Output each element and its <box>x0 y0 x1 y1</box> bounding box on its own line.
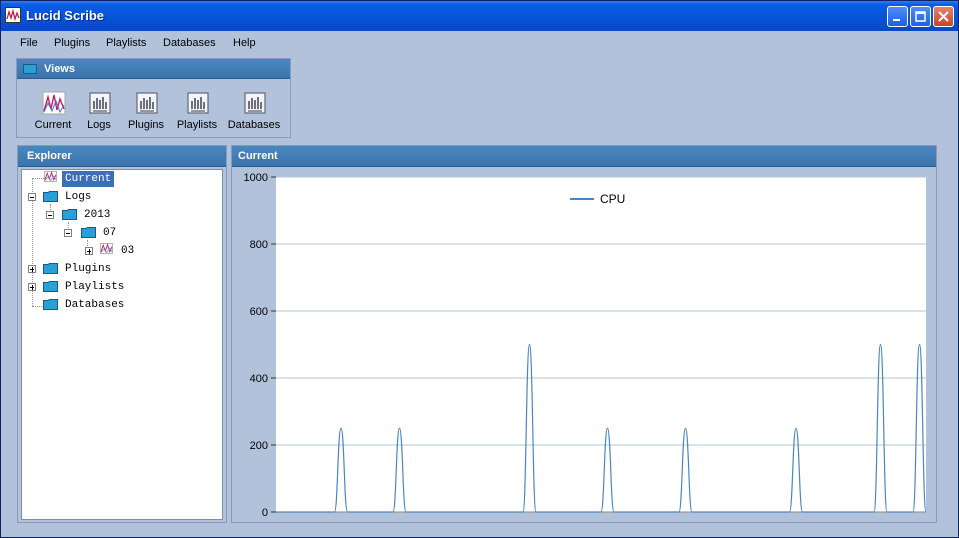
explorer-tree[interactable]: Current Logs 2013 07 03 Plugins Playlist… <box>21 169 223 520</box>
tree-item-current[interactable]: Current <box>22 171 222 187</box>
plot-area <box>276 177 926 512</box>
y-tick-label: 0 <box>262 507 268 519</box>
y-tick-label: 600 <box>250 306 268 318</box>
explorer-header: Explorer <box>18 146 226 167</box>
collapse-icon[interactable] <box>64 229 72 237</box>
maximize-icon <box>915 11 926 22</box>
y-tick-label: 200 <box>250 440 268 452</box>
collapse-icon[interactable] <box>28 193 36 201</box>
playlist-document-icon <box>187 92 209 114</box>
tree-item-03[interactable]: 03 <box>22 243 222 259</box>
menu-file[interactable]: File <box>20 37 38 49</box>
tree-label: 07 <box>103 227 117 239</box>
waveform-icon <box>100 243 113 254</box>
folder-icon <box>43 263 58 274</box>
tree-label: Databases <box>65 299 125 311</box>
close-button[interactable] <box>933 6 954 27</box>
views-header-label: Views <box>44 63 75 75</box>
views-header[interactable]: Views <box>17 59 290 79</box>
waveform-icon <box>44 171 57 182</box>
view-button-current[interactable]: Current <box>31 91 75 135</box>
views-folder-icon <box>23 64 37 74</box>
menu-plugins[interactable]: Plugins <box>54 37 90 49</box>
tree-label: Playlists <box>65 281 125 293</box>
tree-item-logs[interactable]: Logs <box>22 189 222 205</box>
tree-item-07[interactable]: 07 <box>22 225 222 241</box>
tree-label: Current <box>62 171 115 187</box>
current-header: Current <box>232 146 936 167</box>
expand-icon[interactable] <box>28 265 36 273</box>
legend-label: CPU <box>600 192 625 206</box>
plugin-document-icon <box>136 92 158 114</box>
view-label: Plugins <box>127 119 165 131</box>
view-button-playlists[interactable]: Playlists <box>175 91 219 135</box>
collapse-icon[interactable] <box>46 211 54 219</box>
waveform-icon <box>42 91 66 115</box>
minimize-button[interactable] <box>887 6 908 27</box>
maximize-button[interactable] <box>910 6 931 27</box>
folder-icon <box>62 209 77 220</box>
views-panel: Views Current Logs Plugins Playlists Dat… <box>16 58 291 138</box>
menu-databases[interactable]: Databases <box>163 37 216 49</box>
view-button-databases[interactable]: Databases <box>228 91 280 135</box>
tree-label: Plugins <box>65 263 112 275</box>
view-label: Databases <box>227 119 281 131</box>
folder-icon <box>43 191 58 202</box>
menu-bar: File Plugins Playlists Databases Help <box>1 32 958 54</box>
app-waveform-icon <box>5 7 21 23</box>
menu-help[interactable]: Help <box>233 37 256 49</box>
y-tick-label: 800 <box>250 239 268 251</box>
title-bar[interactable]: Lucid Scribe <box>1 1 958 31</box>
folder-icon <box>81 227 96 238</box>
app-window: Lucid Scribe File Plugins Playlists Data… <box>0 0 959 538</box>
view-button-logs[interactable]: Logs <box>77 91 121 135</box>
close-icon <box>938 11 949 22</box>
minimize-icon <box>893 19 900 21</box>
expand-icon[interactable] <box>28 283 36 291</box>
current-panel: Current 1000 800 600 400 200 0 CPU <box>231 145 937 523</box>
y-tick-label: 1000 <box>244 172 268 184</box>
expand-icon[interactable] <box>85 247 93 255</box>
folder-icon <box>43 299 58 310</box>
tree-item-2013[interactable]: 2013 <box>22 207 222 223</box>
log-document-icon <box>89 92 111 114</box>
view-button-plugins[interactable]: Plugins <box>124 91 168 135</box>
view-label: Playlists <box>176 119 218 131</box>
database-document-icon <box>244 92 266 114</box>
tree-label: 03 <box>121 245 135 257</box>
y-tick-label: 400 <box>250 373 268 385</box>
explorer-panel: Explorer Current Logs 2013 07 03 Plugins… <box>17 145 227 523</box>
tree-label: Logs <box>65 191 92 203</box>
tree-label: 2013 <box>84 209 111 221</box>
menu-playlists[interactable]: Playlists <box>106 37 146 49</box>
window-title: Lucid Scribe <box>26 8 105 23</box>
tree-item-plugins[interactable]: Plugins <box>22 261 222 277</box>
tree-item-playlists[interactable]: Playlists <box>22 279 222 295</box>
folder-icon <box>43 281 58 292</box>
tree-item-databases[interactable]: Databases <box>22 297 222 313</box>
cpu-chart: 1000 800 600 400 200 0 CPU <box>244 172 927 519</box>
